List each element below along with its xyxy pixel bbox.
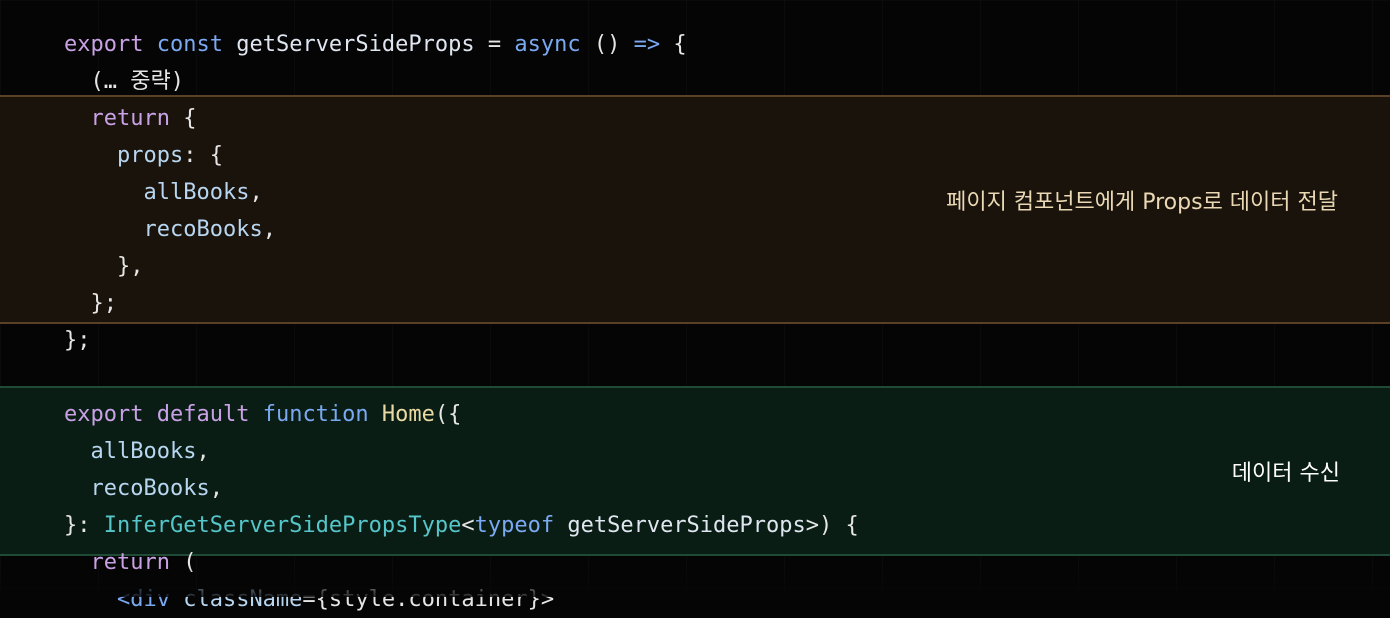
- code-line-4: props: {: [116, 143, 223, 168]
- code-block: export const getServerSideProps = async …: [64, 26, 859, 618]
- code-line-7: },: [64, 254, 144, 279]
- code-line-2: (… 중략): [64, 69, 184, 94]
- data-receive-annotation: 데이터 수신: [1231, 461, 1340, 486]
- code-line-9: };: [64, 328, 91, 353]
- code-line-8: };: [64, 291, 117, 316]
- code-line-13: recoBooks,: [90, 476, 223, 501]
- props-passing-annotation: 페이지 컴포넌트에게 Props로 데이터 전달: [946, 190, 1338, 215]
- code-line-5: allBooks,: [143, 180, 263, 205]
- code-line-1: export const getServerSideProps = async …: [64, 32, 687, 57]
- code-line-16: <div className={style.container}>: [116, 587, 555, 612]
- code-line-3: return {: [90, 106, 197, 131]
- code-line-11: export default function Home({: [64, 402, 462, 427]
- code-line-6: recoBooks,: [143, 217, 276, 242]
- code-line-14: }: InferGetServerSidePropsType<typeof ge…: [64, 513, 859, 538]
- code-line-15: return (: [90, 550, 197, 575]
- code-line-12: allBooks,: [90, 439, 210, 464]
